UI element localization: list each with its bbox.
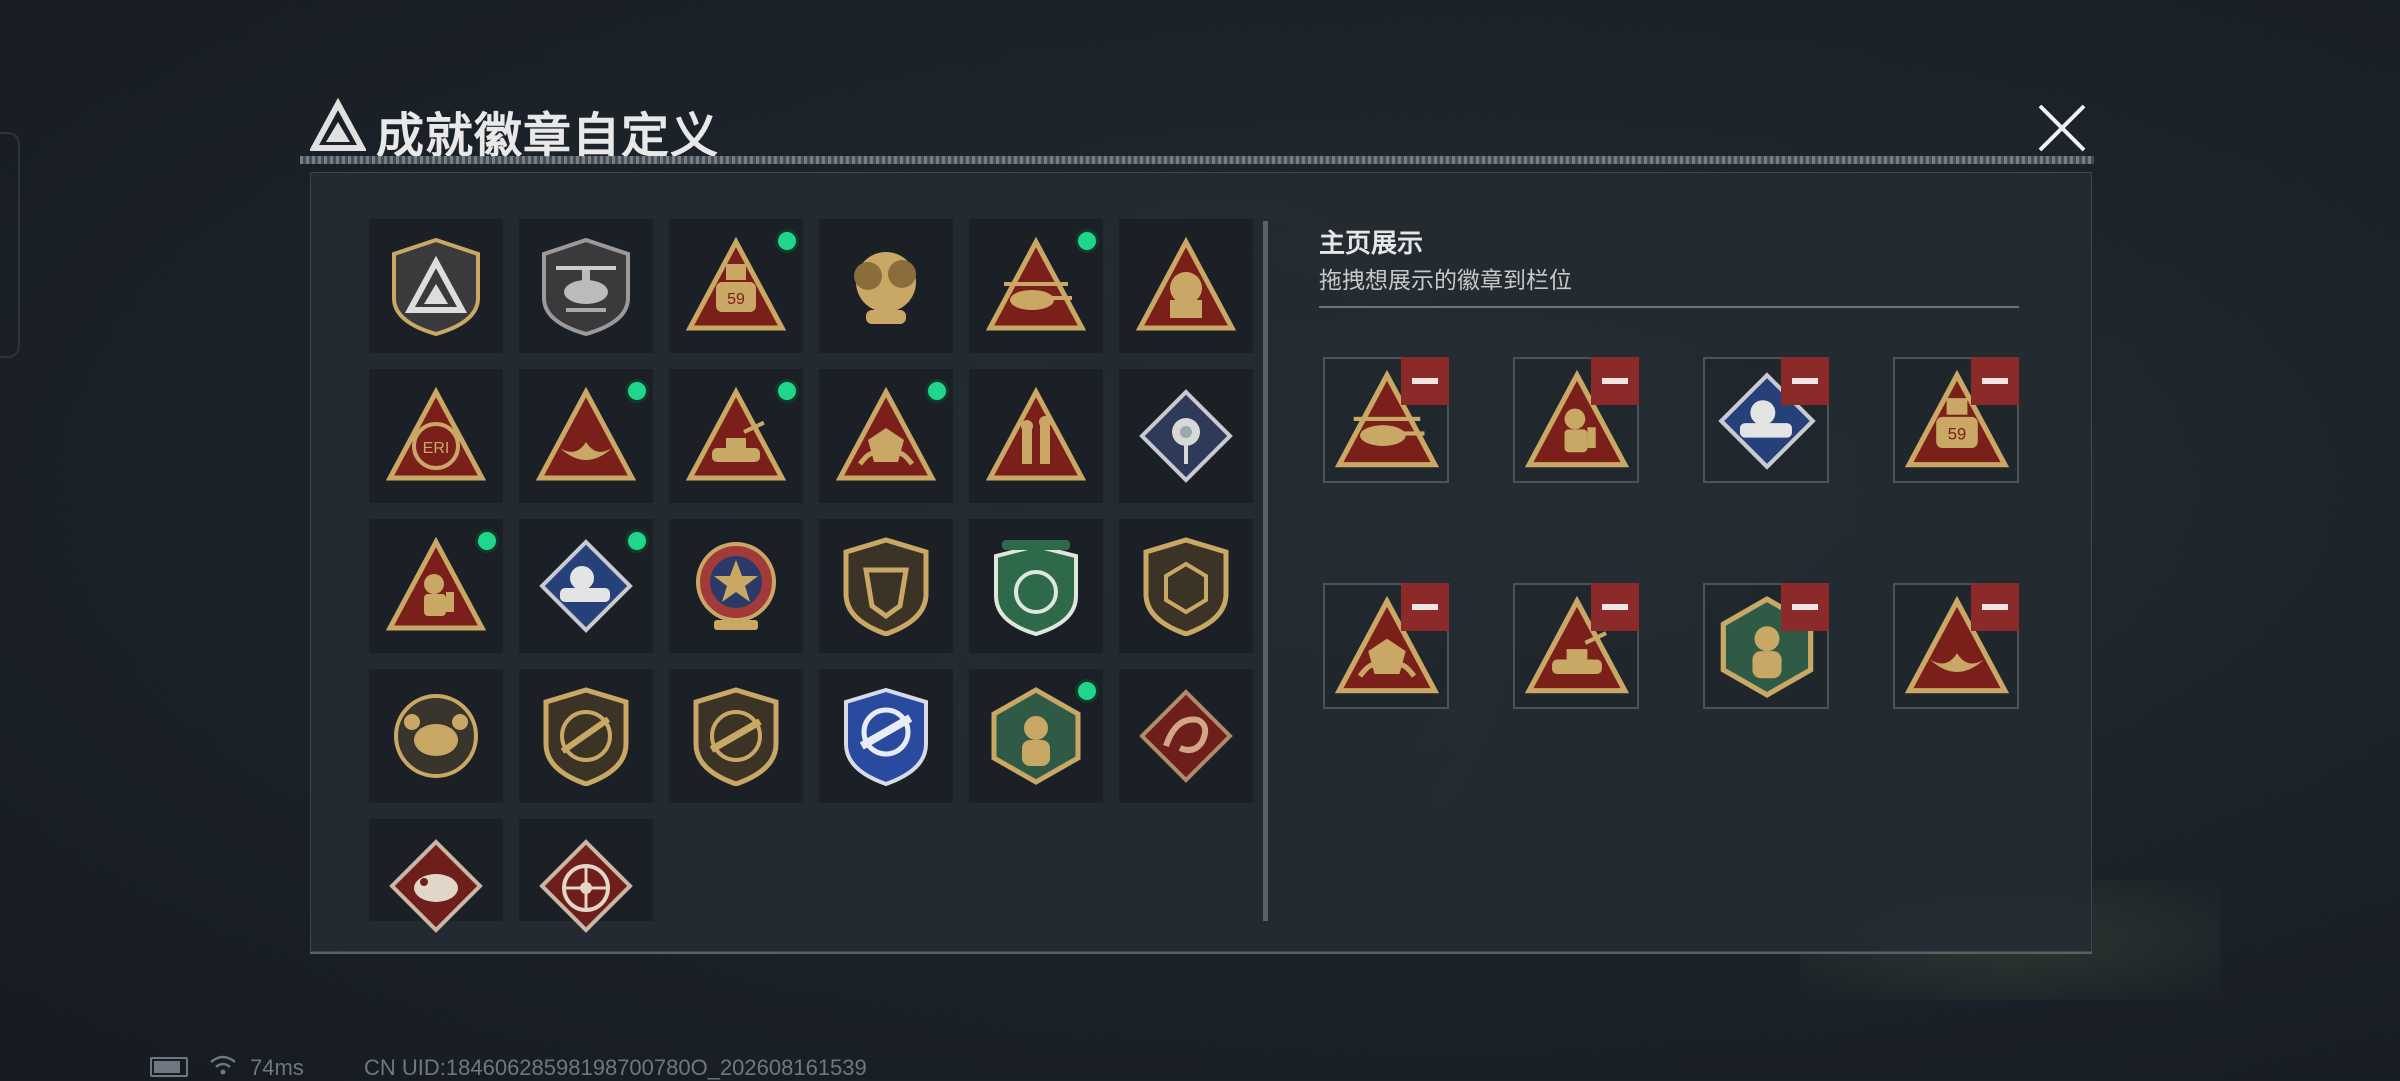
badge-customize-panel: 59 ERI 主页展示 拖拽想展示的徽章到栏位 59 — [310, 172, 2092, 952]
blue-tank-badge-icon — [539, 539, 633, 633]
svg-text:59: 59 — [1948, 425, 1967, 444]
remove-badge-button[interactable] — [1401, 583, 1449, 631]
badge-cell[interactable] — [519, 819, 653, 933]
remove-badge-button[interactable] — [1401, 357, 1449, 405]
crab-badge-icon — [394, 694, 478, 778]
badge-cell[interactable] — [819, 219, 953, 353]
badge-cell[interactable] — [519, 669, 653, 803]
badge-cell[interactable] — [969, 369, 1103, 503]
badge-cell[interactable] — [819, 369, 953, 503]
green-shield-badge-icon — [994, 540, 1078, 636]
dragon-badge-icon — [1139, 689, 1233, 783]
delta-logo-icon — [310, 98, 366, 151]
new-indicator-dot — [775, 229, 799, 253]
hands-badge-icon — [536, 386, 636, 481]
rifle-shield-badge-icon — [543, 687, 629, 786]
green-hex-badge-icon — [991, 687, 1081, 785]
remove-badge-button[interactable] — [1591, 357, 1639, 405]
remove-badge-button[interactable] — [1781, 357, 1829, 405]
helicopter-badge-icon — [986, 236, 1086, 331]
blue-crest-badge-icon — [844, 687, 928, 786]
rose-badge-icon — [1139, 389, 1233, 483]
right-panel-divider — [1319, 306, 2019, 308]
badge-cell[interactable] — [1119, 369, 1253, 503]
badge-cell[interactable] — [369, 669, 503, 803]
dice-badge-icon — [836, 386, 936, 481]
display-slot[interactable] — [1323, 357, 1449, 483]
svg-text:59: 59 — [727, 291, 745, 308]
badge-cell[interactable]: 59 — [669, 219, 803, 353]
battery-icon — [150, 1057, 188, 1077]
badge-cell[interactable] — [369, 819, 503, 933]
badge-cell[interactable] — [1119, 669, 1253, 803]
badge-cell[interactable] — [969, 219, 1103, 353]
operator-59-badge-icon: 59 — [686, 236, 786, 331]
badge-cell[interactable]: ERI — [369, 369, 503, 503]
side-tab-edge[interactable] — [0, 132, 20, 358]
svg-text:ERI: ERI — [423, 440, 450, 457]
globe-eri-badge-icon: ERI — [386, 386, 486, 481]
new-indicator-dot — [775, 379, 799, 403]
close-button[interactable] — [2030, 96, 2094, 160]
new-indicator-dot — [925, 379, 949, 403]
badge-cell[interactable] — [819, 669, 953, 803]
badge-cell[interactable] — [669, 519, 803, 653]
dice-shield-badge-icon — [1143, 537, 1229, 636]
badge-cell[interactable] — [669, 369, 803, 503]
panel-divider — [1263, 221, 1268, 921]
remove-badge-button[interactable] — [1781, 583, 1829, 631]
display-slot[interactable] — [1513, 357, 1639, 483]
shield-emblem-badge-icon — [843, 537, 929, 636]
remove-badge-button[interactable] — [1971, 357, 2019, 405]
badge-cell[interactable] — [969, 519, 1103, 653]
wheel-badge-icon — [539, 839, 633, 933]
title-bar: 成就徽章自定义 — [300, 90, 2094, 170]
pilot-helmet-badge-icon — [1136, 236, 1236, 331]
new-indicator-dot — [1075, 229, 1099, 253]
badge-cell[interactable] — [1119, 519, 1253, 653]
badge-cell[interactable] — [819, 519, 953, 653]
display-slot[interactable] — [1513, 583, 1639, 709]
tank-badge-icon — [686, 386, 786, 481]
delta-shield-badge-icon — [392, 237, 480, 336]
title-divider — [300, 156, 2094, 164]
helicopter-shield-badge-icon — [542, 237, 630, 336]
new-indicator-dot — [625, 379, 649, 403]
explosion-badge-icon — [854, 252, 916, 324]
badge-cell[interactable] — [669, 669, 803, 803]
badge-cell[interactable] — [519, 219, 653, 353]
homepage-display-title: 主页展示 — [1319, 228, 1424, 258]
badge-cell[interactable] — [369, 219, 503, 353]
remove-badge-button[interactable] — [1971, 583, 2019, 631]
diver-badge-icon — [386, 536, 486, 631]
homepage-display-hint: 拖拽想展示的徽章到栏位 — [1319, 267, 1572, 293]
display-slot[interactable] — [1703, 357, 1829, 483]
display-slot[interactable] — [1323, 583, 1449, 709]
display-slot[interactable] — [1703, 583, 1829, 709]
badge-cell[interactable] — [519, 369, 653, 503]
remove-badge-button[interactable] — [1591, 583, 1639, 631]
wifi-icon — [210, 1055, 236, 1075]
soldiers-badge-icon — [986, 386, 1086, 481]
smg-shield-badge-icon — [693, 687, 779, 786]
new-indicator-dot — [625, 529, 649, 553]
new-indicator-dot — [1075, 679, 1099, 703]
display-slot[interactable] — [1893, 583, 2019, 709]
komodo-badge-icon — [389, 839, 483, 933]
badge-cell[interactable] — [519, 519, 653, 653]
badge-cell[interactable] — [1119, 219, 1253, 353]
star-medal-badge-icon — [696, 542, 776, 630]
user-uid: CN UID:18460628598198700780O_20260816153… — [364, 1055, 867, 1080]
badge-cell[interactable] — [969, 669, 1103, 803]
ping-value: 74ms — [250, 1055, 304, 1080]
display-slot[interactable]: 59 — [1893, 357, 2019, 483]
badge-cell[interactable] — [369, 519, 503, 653]
new-indicator-dot — [475, 529, 499, 553]
